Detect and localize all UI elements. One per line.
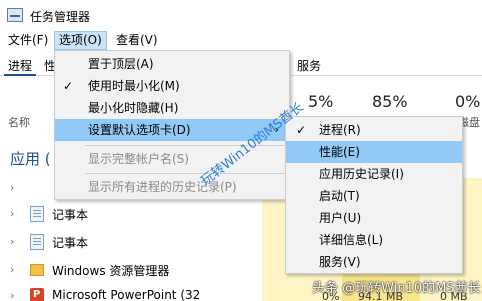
submenu-item-app-history[interactable]: 应用历史记录(I) <box>286 163 462 185</box>
process-label: 记事本 <box>52 236 89 250</box>
menu-item-hide-when-minimized[interactable]: 最小化时隐藏(H) <box>55 97 289 119</box>
menu-file[interactable]: 文件(F) <box>4 31 52 50</box>
memory-percent[interactable]: 85% <box>372 92 408 111</box>
apps-section-title: 应用 ( <box>10 150 51 168</box>
tab-services[interactable]: 服务 <box>293 56 325 76</box>
notepad-icon <box>30 234 44 250</box>
submenu-item-users[interactable]: 用户(U) <box>286 207 462 229</box>
notepad-icon <box>30 206 44 222</box>
menu-item-minimize-on-use[interactable]: ✓ 使用时最小化(M) <box>55 75 289 97</box>
menu-bar: 文件(F) 选项(O) 查看(V) <box>0 31 482 50</box>
submenu-item-label: 用户(U) <box>319 211 362 225</box>
menu-item-label: 置于顶层(A) <box>88 57 154 71</box>
checkmark-icon: ✓ <box>296 123 307 137</box>
submenu-item-details[interactable]: 详细信息(L) <box>286 229 462 251</box>
menu-options[interactable]: 选项(O) <box>54 31 107 50</box>
window-title: 任务管理器 <box>30 10 91 24</box>
submenu-item-label: 启动(T) <box>319 189 360 203</box>
menu-item-always-on-top[interactable]: 置于顶层(A) <box>55 53 289 75</box>
submenu-item-label: 性能(E) <box>319 145 360 159</box>
submenu-item-services[interactable]: 服务(V) <box>286 251 462 273</box>
folder-icon <box>30 264 44 276</box>
cpu-percent[interactable]: 5% <box>308 92 333 111</box>
disk-percent[interactable]: 0% <box>455 92 480 111</box>
chevron-right-icon[interactable]: › <box>10 181 14 194</box>
bottom-watermark: 头条 @玩转Win10的MS酋长 <box>312 281 481 296</box>
chevron-right-icon[interactable]: › <box>10 263 14 276</box>
task-manager-icon <box>7 8 23 22</box>
menu-separator <box>85 173 285 174</box>
submenu-item-label: 应用历史记录(I) <box>319 167 404 181</box>
menu-item-label: 显示完整帐户名(S) <box>88 152 189 166</box>
powerpoint-icon <box>30 288 44 301</box>
submenu-item-label: 服务(V) <box>319 255 361 269</box>
menu-item-label: 最小化时隐藏(H) <box>88 101 179 115</box>
menu-view[interactable]: 查看(V) <box>112 31 162 50</box>
title-bar: 任务管理器 <box>0 0 482 31</box>
process-label: Windows 资源管理器 <box>52 264 170 278</box>
checkmark-icon: ✓ <box>63 79 74 93</box>
menu-item-show-all-process-history[interactable]: 显示所有进程的历史记录(P) <box>55 176 289 198</box>
chevron-right-icon[interactable]: › <box>10 207 14 220</box>
menu-item-label: 设置默认选项卡(D) <box>88 123 191 137</box>
chevron-right-icon[interactable]: › <box>10 235 14 248</box>
submenu-item-startup[interactable]: 启动(T) <box>286 185 462 207</box>
column-header-name[interactable]: 名称 <box>8 114 30 130</box>
process-label: Microsoft PowerPoint (32 <box>52 288 201 301</box>
menu-item-label: 使用时最小化(M) <box>88 79 180 93</box>
options-menu: 置于顶层(A) ✓ 使用时最小化(M) 最小化时隐藏(H) 设置默认选项卡(D)… <box>54 50 290 200</box>
tab-processes[interactable]: 进程 <box>4 56 37 76</box>
default-tab-submenu: ✓ 进程(R) 性能(E) 应用历史记录(I) 启动(T) 用户(U) 详细信息… <box>285 116 463 274</box>
submenu-item-label: 详细信息(L) <box>319 233 384 247</box>
submenu-item-performance[interactable]: 性能(E) <box>286 141 462 163</box>
chevron-right-icon[interactable]: › <box>10 289 14 301</box>
process-label: 记事本 <box>52 208 89 222</box>
submenu-item-processes[interactable]: ✓ 进程(R) <box>286 119 462 141</box>
submenu-item-label: 进程(R) <box>319 123 361 137</box>
